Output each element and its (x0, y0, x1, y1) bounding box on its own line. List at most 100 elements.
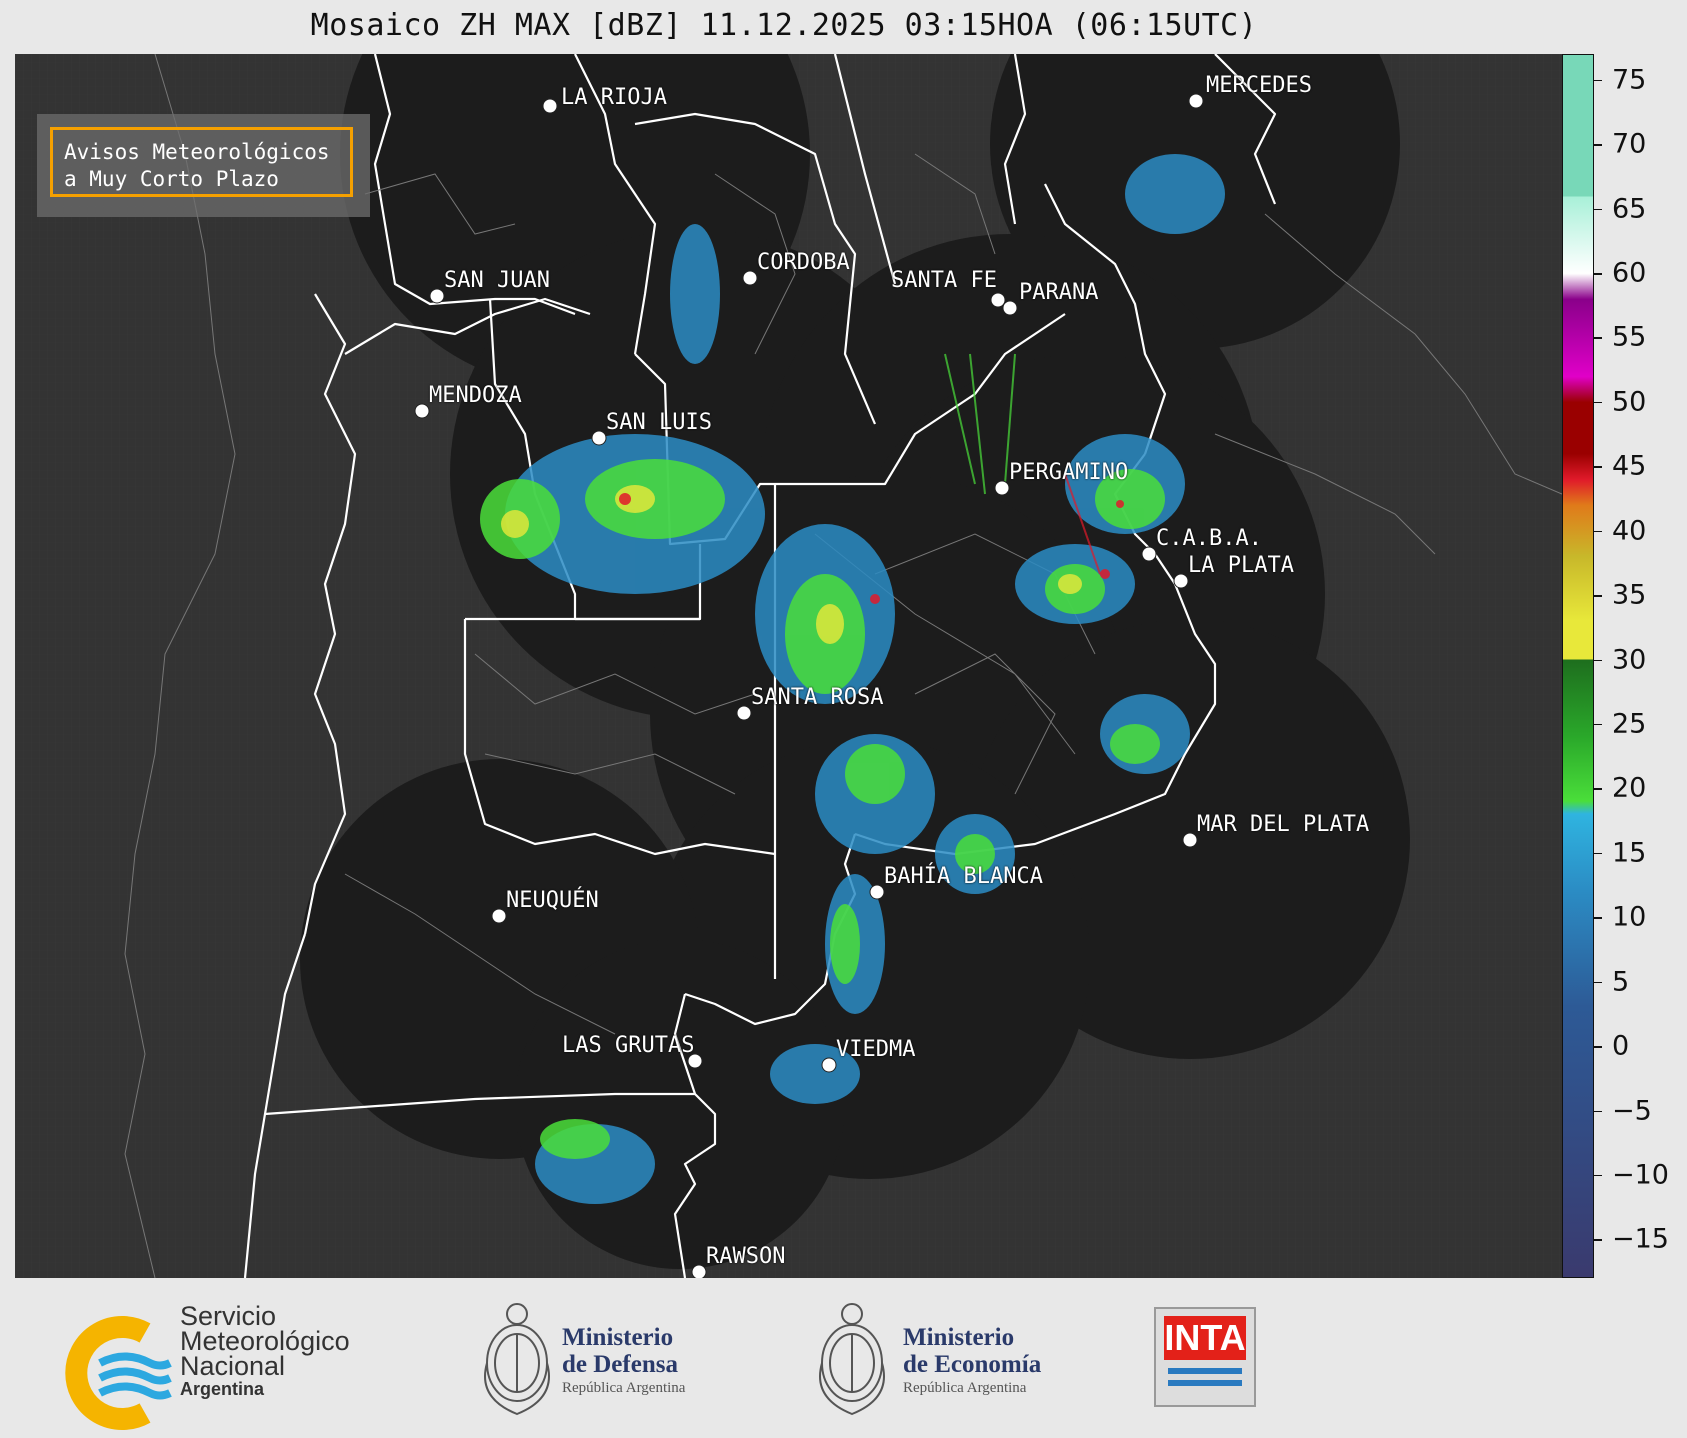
city-dot-santa-rosa[interactable] (736, 705, 752, 721)
city-dot-la-rioja[interactable] (542, 98, 558, 114)
colorbar-tick-label: 0 (1612, 1030, 1630, 1062)
city-label-la-rioja: LA RIOJA (561, 85, 667, 110)
colorbar-tick-mark (1594, 1239, 1602, 1241)
city-dot-rawson[interactable] (691, 1264, 707, 1278)
smn-wave-1 (98, 1352, 172, 1370)
city-label-parana: PARANA (1019, 280, 1099, 305)
radar-circle-las-grutas (515, 939, 845, 1269)
colorbar-tick-label: 35 (1612, 579, 1647, 611)
map-title: Mosaico ZH MAX [dBZ] 11.12.2025 03:15HOA… (310, 8, 1258, 43)
logo-footer: Servicio Meteorológico Nacional Argentin… (0, 1278, 1687, 1438)
echo-mercedes-blue (1125, 154, 1225, 234)
colorbar-tick-mark (1594, 144, 1602, 146)
economia-line-2: de Economía (903, 1351, 1042, 1378)
economia-line-3: República Argentina (903, 1380, 1027, 1396)
city-label-santa-fe: SANTA FE (891, 268, 997, 293)
echo-bahia-green (830, 904, 860, 984)
colorbar (1562, 54, 1594, 1278)
colorbar-tick-mark (1594, 917, 1602, 919)
echo-red-3 (1100, 569, 1110, 579)
echo-yellow-3 (816, 604, 844, 644)
colorbar-tick-mark (1594, 273, 1602, 275)
colorbar-tick-label: 55 (1612, 321, 1647, 353)
city-dot-san-juan[interactable] (429, 288, 445, 304)
echo-grutas-green (540, 1119, 610, 1159)
city-dot-pergamino[interactable] (994, 480, 1010, 496)
smn-wave-3 (98, 1382, 172, 1400)
radar-map[interactable]: LA RIOJA MERCEDES CORDOBA SAN JUAN SANTA… (15, 54, 1562, 1278)
colorbar-tick-mark (1594, 723, 1602, 726)
colorbar-tick-mark (1594, 788, 1602, 790)
echo-red-4 (1116, 500, 1124, 508)
smn-line-4: Argentina (180, 1379, 265, 1399)
city-dot-mendoza[interactable] (414, 403, 430, 419)
smn-logo-text: Servicio Meteorológico Nacional Argentin… (180, 1303, 350, 1400)
colorbar-tick-label: −5 (1612, 1095, 1652, 1126)
colorbar-tick-mark (1594, 1110, 1602, 1112)
city-label-viedma: VIEDMA (836, 1037, 916, 1062)
colorbar-tick-label: 70 (1612, 128, 1647, 160)
city-label-bahia-blanca: BAHÍA BLANCA (884, 864, 1043, 889)
city-label-la-plata: LA PLATA (1188, 553, 1294, 578)
city-dot-la-plata[interactable] (1173, 573, 1189, 589)
echo-cordoba-blue (670, 224, 720, 364)
city-label-mercedes: MERCEDES (1206, 73, 1312, 98)
defensa-line-1: Ministerio (562, 1324, 674, 1351)
city-dot-bahia-blanca[interactable] (869, 884, 885, 900)
economia-line-1: Ministerio (903, 1324, 1015, 1351)
notice-line-1: Avisos Meteorológicos (64, 140, 330, 164)
economia-logo-text: Ministerio de Economía República Argenti… (903, 1324, 1041, 1398)
city-dot-caba[interactable] (1141, 546, 1157, 562)
city-dot-parana[interactable] (1002, 300, 1018, 316)
colorbar-tick-label: 50 (1612, 386, 1647, 418)
city-label-santa-rosa: SANTA ROSA (751, 685, 884, 710)
notice-line-2: a Muy Corto Plazo (64, 167, 279, 191)
colorbar-tick-mark (1594, 79, 1602, 82)
smn-wave-2 (98, 1367, 172, 1385)
echo-red-1 (619, 493, 631, 505)
colorbar-tick-label: 10 (1612, 901, 1647, 933)
colorbar-tick-label: 65 (1612, 193, 1647, 225)
colorbar-tick-mark (1594, 401, 1602, 404)
economia-coat-of-arms-icon (819, 1303, 885, 1416)
colorbar-tick-mark (1594, 1174, 1602, 1177)
city-label-las-grutas: LAS GRUTAS (562, 1033, 695, 1058)
echo-mdp-green (1110, 724, 1160, 764)
city-dot-mercedes[interactable] (1188, 93, 1204, 109)
defensa-line-2: de Defensa (562, 1351, 678, 1378)
city-label-san-luis: SAN LUIS (606, 410, 712, 435)
colorbar-tick-mark (1594, 466, 1602, 468)
colorbar-tick-label: 30 (1612, 644, 1647, 676)
smn-logo-icon (65, 1316, 172, 1430)
colorbar-tick-mark (1594, 981, 1602, 984)
city-label-rawson: RAWSON (706, 1244, 786, 1269)
colorbar-tick-mark (1594, 852, 1602, 855)
defensa-logo-text: Ministerio de Defensa República Argentin… (562, 1324, 685, 1398)
city-dot-cordoba[interactable] (742, 270, 758, 286)
echo-pampa-green (845, 744, 905, 804)
defensa-coat-of-arms-icon (484, 1303, 550, 1416)
city-label-san-juan: SAN JUAN (444, 268, 550, 293)
colorbar-tick-mark (1594, 1046, 1602, 1048)
city-label-caba: C.A.B.A. (1156, 526, 1262, 551)
colorbar-tick-label: 25 (1612, 708, 1647, 740)
city-dot-viedma[interactable] (821, 1057, 837, 1073)
colorbar-tick-mark (1594, 208, 1602, 211)
colorbar-tick-label: 45 (1612, 450, 1647, 482)
colorbar-tick-mark (1594, 595, 1602, 597)
colorbar-tick-mark (1594, 530, 1602, 533)
smn-line-3: Nacional (180, 1351, 286, 1381)
colorbar-tick-mark (1594, 337, 1602, 339)
colorbar-tick-label: 75 (1612, 64, 1647, 96)
city-dot-mar-del-plata[interactable] (1182, 832, 1198, 848)
notice-box[interactable]: Avisos Meteorológicos a Muy Corto Plazo (50, 127, 353, 197)
city-label-pergamino: PERGAMINO (1009, 460, 1129, 485)
city-label-mar-del-plata: MAR DEL PLATA (1197, 812, 1370, 837)
city-label-mendoza: MENDOZA (429, 383, 522, 408)
city-dot-san-luis[interactable] (591, 430, 607, 446)
echo-yellow-4 (1058, 574, 1082, 594)
city-dot-neuquen[interactable] (491, 908, 507, 924)
echo-red-2 (870, 594, 880, 604)
colorbar-tick-label: 5 (1612, 966, 1630, 998)
colorbar-tick-label: −15 (1612, 1223, 1669, 1255)
